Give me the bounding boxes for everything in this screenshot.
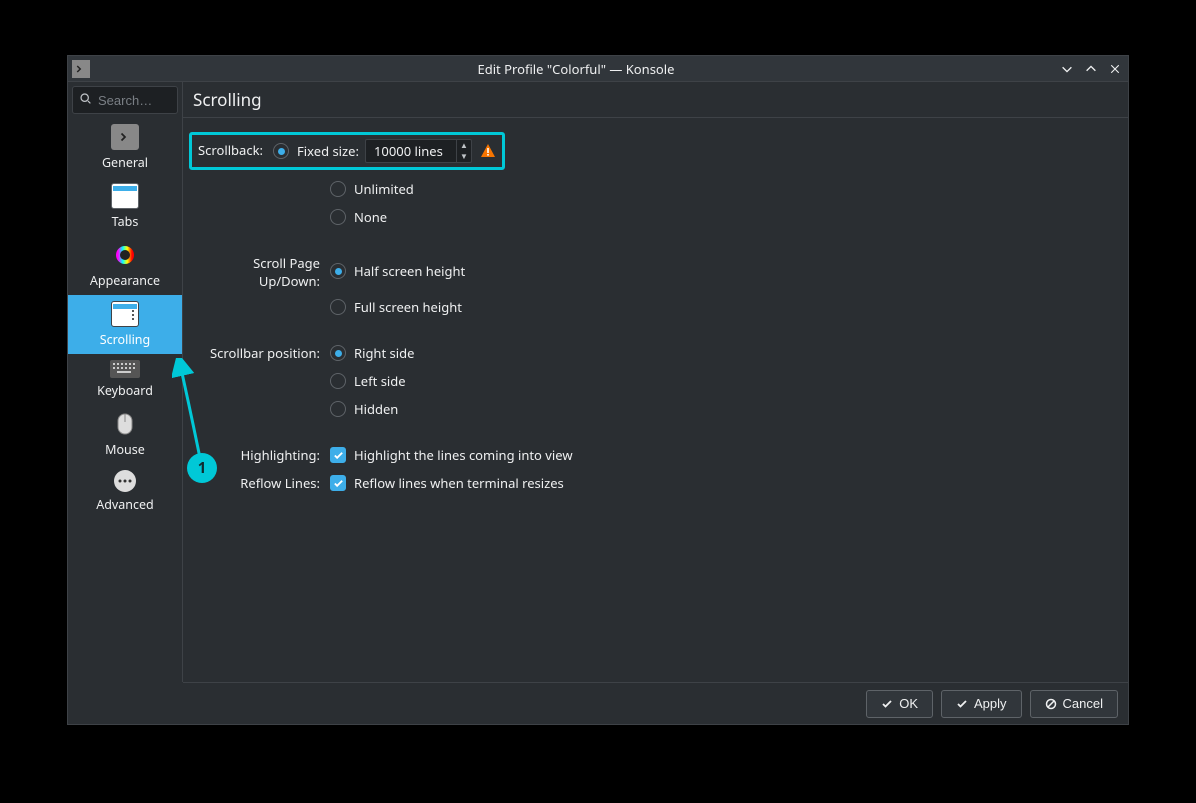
scrollback-label: Scrollback: (198, 139, 273, 159)
app-icon (72, 60, 90, 78)
scrollback-none-radio[interactable] (330, 209, 346, 225)
close-button[interactable] (1106, 60, 1124, 78)
apply-button-label: Apply (974, 696, 1007, 711)
scrollbar-left-radio[interactable] (330, 373, 346, 389)
page-header: Scrolling (183, 82, 1128, 118)
sidebar-item-label: Appearance (90, 272, 160, 289)
sidebar-item-label: Tabs (112, 213, 139, 230)
highlighting-checkbox[interactable] (330, 447, 346, 463)
reflow-option-label: Reflow lines when terminal resizes (354, 474, 564, 492)
sidebar-item-label: Scrolling (100, 331, 150, 348)
scroll-page-label: Scroll Page Up/Down: (195, 252, 330, 290)
scrollback-lines-value: 10000 lines (366, 142, 456, 160)
scrollbar-hidden-radio[interactable] (330, 401, 346, 417)
sidebar-item-appearance[interactable]: Appearance (68, 236, 182, 295)
cancel-button[interactable]: Cancel (1030, 690, 1118, 718)
window-icon (111, 183, 139, 209)
cancel-button-label: Cancel (1063, 696, 1103, 711)
scrollback-lines-spinner[interactable]: 10000 lines ▲ ▼ (365, 139, 472, 163)
sidebar-item-scrolling[interactable]: Scrolling (68, 295, 182, 354)
main-panel: Scrolling Scrollback: Fixed size: 10000 … (183, 82, 1128, 682)
sidebar-item-label: General (102, 154, 148, 171)
warning-icon[interactable] (480, 143, 496, 159)
spinner-up-button[interactable]: ▲ (457, 140, 471, 151)
scroll-full-label: Full screen height (354, 298, 462, 316)
ok-button-label: OK (899, 696, 918, 711)
dialog-window: Edit Profile "Colorful" — Konsole (67, 55, 1129, 725)
annotation-badge-number: 1 (198, 458, 207, 478)
scrollback-fixed-label: Fixed size: (297, 142, 359, 160)
scrollback-none-label: None (354, 208, 387, 226)
titlebar: Edit Profile "Colorful" — Konsole (68, 56, 1128, 82)
scroll-half-label: Half screen height (354, 262, 465, 280)
keyboard-icon (110, 360, 140, 378)
ok-button[interactable]: OK (866, 690, 933, 718)
sidebar: General Tabs Appearance (68, 82, 183, 682)
apply-button[interactable]: Apply (941, 690, 1022, 718)
scrollback-unlimited-label: Unlimited (354, 180, 414, 198)
color-wheel-icon (111, 242, 139, 268)
sidebar-item-label: Keyboard (97, 382, 153, 399)
scrollback-fixed-radio[interactable] (273, 143, 289, 159)
window-title: Edit Profile "Colorful" — Konsole (94, 60, 1058, 78)
more-icon (114, 470, 136, 492)
scrolling-icon (111, 301, 139, 327)
sidebar-item-general[interactable]: General (68, 118, 182, 177)
scrollbar-pos-label: Scrollbar position: (195, 342, 330, 362)
page-body: Scrollback: Fixed size: 10000 lines ▲ ▼ (183, 118, 1128, 682)
scrollback-row: Scrollback: Fixed size: 10000 lines ▲ ▼ (195, 132, 1116, 170)
terminal-prompt-icon (111, 124, 139, 150)
scrollback-unlimited-radio[interactable] (330, 181, 346, 197)
search-icon (79, 91, 92, 109)
sidebar-item-label: Advanced (96, 496, 154, 513)
sidebar-item-keyboard[interactable]: Keyboard (68, 354, 182, 405)
scrollbar-left-label: Left side (354, 372, 406, 390)
sidebar-item-advanced[interactable]: Advanced (68, 464, 182, 519)
scroll-full-radio[interactable] (330, 299, 346, 315)
search-field-wrap[interactable] (72, 86, 178, 114)
scrollbar-hidden-label: Hidden (354, 400, 398, 418)
spinner-down-button[interactable]: ▼ (457, 151, 471, 162)
sidebar-item-tabs[interactable]: Tabs (68, 177, 182, 236)
maximize-button[interactable] (1082, 60, 1100, 78)
scroll-half-radio[interactable] (330, 263, 346, 279)
scrollbar-right-radio[interactable] (330, 345, 346, 361)
scrollbar-right-label: Right side (354, 344, 414, 362)
sidebar-item-label: Mouse (105, 441, 145, 458)
annotation-highlight: Scrollback: Fixed size: 10000 lines ▲ ▼ (189, 132, 505, 170)
highlighting-option-label: Highlight the lines coming into view (354, 446, 573, 464)
reflow-checkbox[interactable] (330, 475, 346, 491)
annotation-badge: 1 (187, 453, 217, 483)
page-title: Scrolling (193, 88, 1118, 111)
sidebar-item-mouse[interactable]: Mouse (68, 405, 182, 464)
mouse-icon (111, 411, 139, 437)
minimize-button[interactable] (1058, 60, 1076, 78)
search-input[interactable] (98, 93, 171, 108)
window-controls (1058, 60, 1124, 78)
dialog-footer: OK Apply Cancel (183, 682, 1128, 724)
